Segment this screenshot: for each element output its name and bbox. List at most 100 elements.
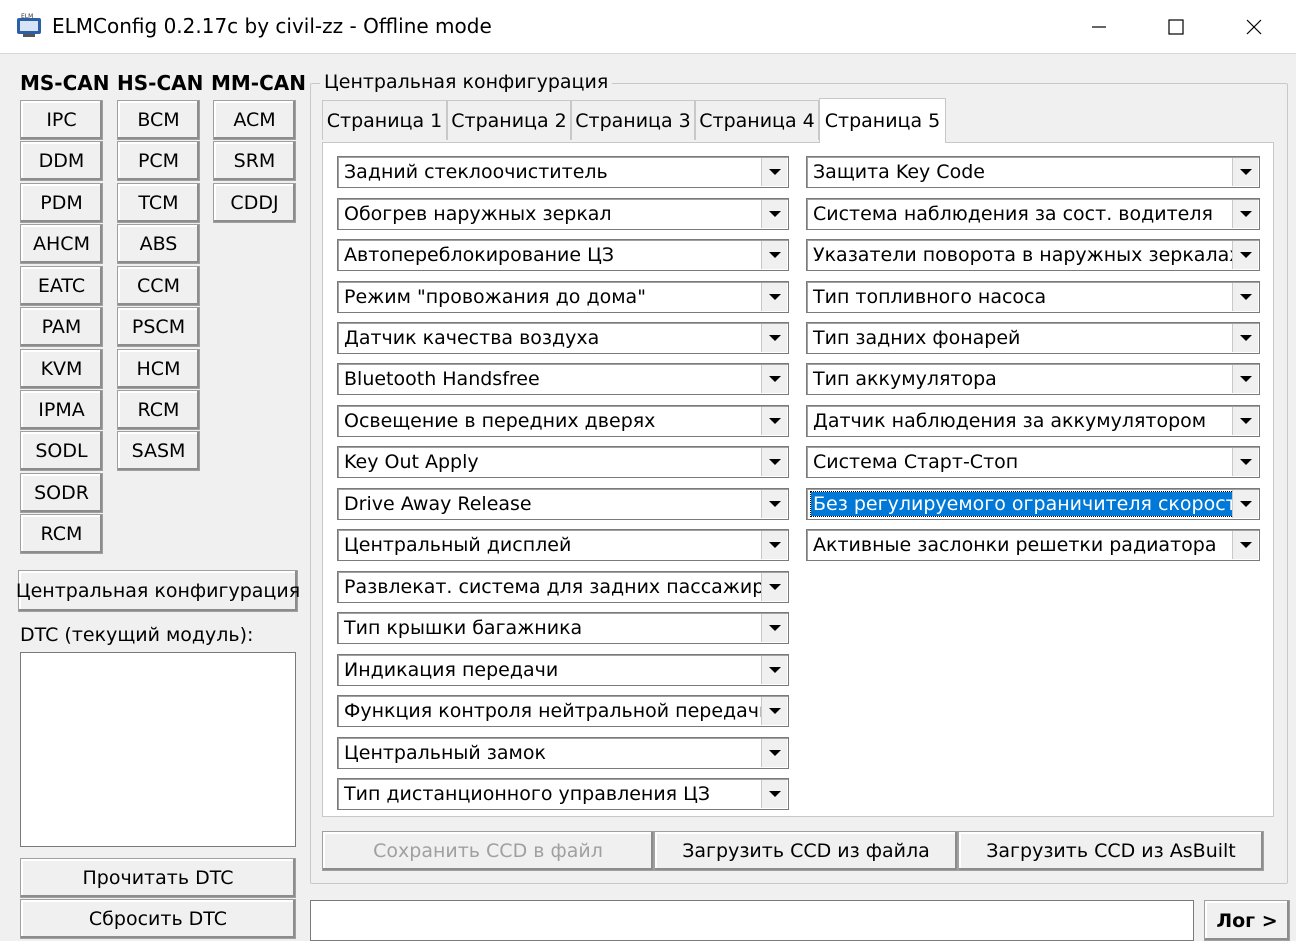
combo-key-code-protection[interactable]: Защита Key Code (806, 156, 1260, 188)
module-button-bcm[interactable]: BCM (117, 100, 200, 140)
load-ccd-file-button[interactable]: Загрузить CCD из файла (654, 831, 958, 871)
chevron-down-icon[interactable] (761, 241, 787, 269)
close-button[interactable] (1215, 0, 1293, 54)
combo-key-out-apply[interactable]: Key Out Apply (337, 446, 789, 478)
window-title: ELMConfig 0.2.17c by civil-zz - Offline … (52, 14, 492, 38)
combo-follow-me-home[interactable]: Режим "провожания до дома" (337, 281, 789, 313)
chevron-down-icon[interactable] (1232, 448, 1258, 476)
module-button-kvm[interactable]: KVM (20, 349, 103, 389)
combo-trunk-lid-type[interactable]: Тип крышки багажника (337, 612, 789, 644)
dtc-list[interactable] (20, 652, 296, 847)
module-button-ahcm[interactable]: AHCM (20, 224, 103, 264)
combo-remote-lock-type[interactable]: Тип дистанционного управления ЦЗ (337, 778, 789, 810)
chevron-down-icon[interactable] (1232, 200, 1258, 228)
chevron-down-icon[interactable] (1232, 365, 1258, 393)
tab-page-2[interactable]: Страница 2 (447, 100, 571, 140)
combo-gear-indication[interactable]: Индикация передачи (337, 654, 789, 686)
combo-active-grille-shutters[interactable]: Активные заслонки решетки радиатора (806, 529, 1260, 561)
module-button-sasm[interactable]: SASM (117, 431, 200, 471)
chevron-down-icon[interactable] (1232, 531, 1258, 559)
module-button-acm[interactable]: ACM (213, 100, 296, 140)
module-button-abs[interactable]: ABS (117, 224, 200, 264)
chevron-down-icon[interactable] (761, 448, 787, 476)
app-icon: ELM (17, 13, 41, 37)
combo-autolock[interactable]: Автоперeблокирование ЦЗ (337, 239, 789, 271)
chevron-down-icon[interactable] (761, 573, 787, 601)
combo-speed-limiter[interactable]: Без регулируемого ограничителя скорости (806, 488, 1260, 520)
combo-battery-monitor-sensor[interactable]: Датчик наблюдения за аккумулятором (806, 405, 1260, 437)
combo-driver-monitoring[interactable]: Система наблюдения за сост. водителя (806, 198, 1260, 230)
chevron-down-icon[interactable] (1232, 490, 1258, 518)
combo-air-quality-sensor[interactable]: Датчик качества воздуха (337, 322, 789, 354)
reset-dtc-button[interactable]: Сбросить DTC (20, 899, 296, 939)
chevron-down-icon[interactable] (761, 531, 787, 559)
load-ccd-asbuilt-button[interactable]: Загрузить CCD из AsBuilt (958, 831, 1264, 871)
svg-text:ELM: ELM (21, 13, 33, 20)
combo-front-door-lighting[interactable]: Освещение в передних дверях (337, 405, 789, 437)
save-ccd-button[interactable]: Сохранить CCD в файл (322, 831, 654, 871)
combo-central-display[interactable]: Центральный дисплей (337, 529, 789, 561)
module-button-pam[interactable]: PAM (20, 307, 103, 347)
chevron-down-icon[interactable] (761, 697, 787, 725)
mm-can-label: MM-CAN (211, 71, 306, 95)
module-button-eatc[interactable]: EATC (20, 266, 103, 306)
chevron-down-icon[interactable] (761, 158, 787, 186)
chevron-down-icon[interactable] (761, 200, 787, 228)
close-icon (1246, 19, 1262, 35)
module-button-rcm-hs[interactable]: RCM (117, 390, 200, 430)
chevron-down-icon[interactable] (1232, 324, 1258, 352)
combo-mirror-turn-signals[interactable]: Указатели поворота в наружных зеркалах (806, 239, 1260, 271)
chevron-down-icon[interactable] (761, 365, 787, 393)
central-config-button[interactable]: Центральная конфигурация (16, 570, 300, 612)
tab-page-4[interactable]: Страница 4 (695, 100, 819, 140)
module-button-ipc[interactable]: IPC (20, 100, 103, 140)
minimize-icon (1092, 26, 1106, 28)
hs-can-label: HS-CAN (117, 71, 204, 95)
chevron-down-icon[interactable] (761, 283, 787, 311)
combo-battery-type[interactable]: Тип аккумулятора (806, 363, 1260, 395)
chevron-down-icon[interactable] (761, 780, 787, 808)
combo-drive-away-release[interactable]: Drive Away Release (337, 488, 789, 520)
chevron-down-icon[interactable] (1232, 241, 1258, 269)
module-button-cddj[interactable]: CDDJ (213, 183, 296, 223)
module-button-ipma[interactable]: IPMA (20, 390, 103, 430)
tab-page-1[interactable]: Страница 1 (322, 100, 447, 140)
chevron-down-icon[interactable] (761, 739, 787, 767)
tab-page-5[interactable]: Страница 5 (819, 98, 946, 143)
chevron-down-icon[interactable] (761, 656, 787, 684)
module-button-ccm[interactable]: CCM (117, 266, 200, 306)
combo-neutral-control[interactable]: Функция контроля нейтральной передачи (337, 695, 789, 727)
tab-page-3[interactable]: Страница 3 (571, 100, 695, 140)
module-button-rcm-ms[interactable]: RCM (20, 514, 103, 554)
module-button-pcm[interactable]: PCM (117, 141, 200, 181)
chevron-down-icon[interactable] (761, 614, 787, 642)
chevron-down-icon[interactable] (1232, 158, 1258, 186)
combo-start-stop[interactable]: Система Старт-Стоп (806, 446, 1260, 478)
combo-heated-mirrors[interactable]: Обогрев наружных зеркал (337, 198, 789, 230)
module-button-pdm[interactable]: PDM (20, 183, 103, 223)
module-button-tcm[interactable]: TCM (117, 183, 200, 223)
module-button-hcm[interactable]: HCM (117, 349, 200, 389)
chevron-down-icon[interactable] (761, 490, 787, 518)
module-button-ddm[interactable]: DDM (20, 141, 103, 181)
module-button-srm[interactable]: SRM (213, 141, 296, 181)
chevron-down-icon[interactable] (1232, 283, 1258, 311)
read-dtc-button[interactable]: Прочитать DTC (20, 858, 296, 898)
combo-rear-entertainment[interactable]: Развлекат. система для задних пассажиров (337, 571, 789, 603)
chevron-down-icon[interactable] (1232, 407, 1258, 435)
combo-bluetooth-handsfree[interactable]: Bluetooth Handsfree (337, 363, 789, 395)
maximize-button[interactable] (1137, 0, 1215, 54)
combo-central-lock[interactable]: Центральный замок (337, 737, 789, 769)
title-bar: ELM ELMConfig 0.2.17c by civil-zz - Offl… (0, 0, 1296, 54)
chevron-down-icon[interactable] (761, 324, 787, 352)
combo-rear-lamps-type[interactable]: Тип задних фонарей (806, 322, 1260, 354)
module-button-sodl[interactable]: SODL (20, 431, 103, 471)
minimize-button[interactable] (1060, 0, 1138, 54)
module-button-sodr[interactable]: SODR (20, 473, 103, 513)
module-button-pscm[interactable]: PSCM (117, 307, 200, 347)
maximize-icon (1168, 19, 1184, 35)
chevron-down-icon[interactable] (761, 407, 787, 435)
combo-rear-wiper[interactable]: Задний стеклоочиститель (337, 156, 789, 188)
log-button[interactable]: Лог > (1204, 900, 1290, 941)
combo-fuel-pump-type[interactable]: Тип топливного насоса (806, 281, 1260, 313)
